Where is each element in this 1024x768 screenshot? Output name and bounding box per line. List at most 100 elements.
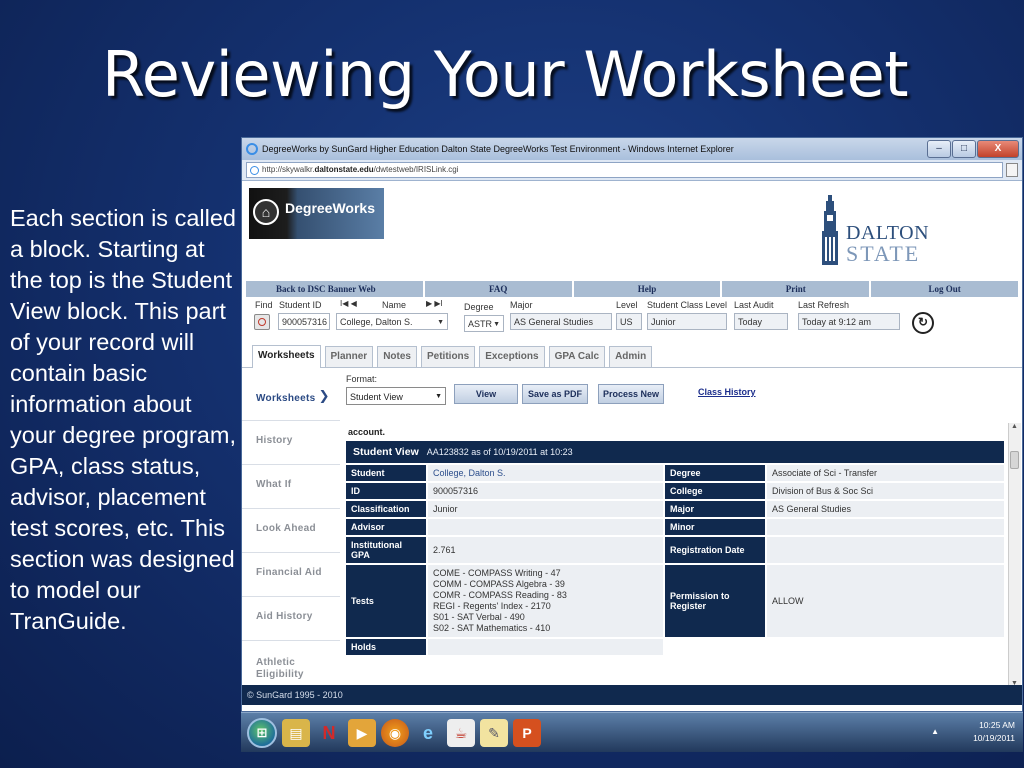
format-bar: Format: Student View ▼ View Save as PDF P… (342, 374, 1022, 419)
refresh-icon[interactable]: ↻ (912, 312, 934, 334)
last-audit-field: Today (734, 313, 788, 330)
sidebar-item-aid-history[interactable]: Aid History (242, 597, 340, 641)
tests-label: Tests (346, 565, 426, 637)
sidebar-label: Financial Aid (256, 567, 322, 578)
java-icon[interactable]: ☕ (447, 718, 475, 747)
view-button[interactable]: View (454, 384, 518, 404)
minimize-button[interactable]: – (927, 140, 951, 158)
table-row: Institutional GPA 2.761 Registration Dat… (346, 537, 1004, 563)
chevron-down-icon: ▼ (437, 319, 444, 326)
empty-cell (665, 639, 765, 655)
holds-label: Holds (346, 639, 426, 655)
taskbar: ⊞ ▤ N ▶ ◉ e ☕ ✎ P ▲ 10:25 AM 10/19/2011 (241, 712, 1023, 752)
process-new-button[interactable]: Process New (598, 384, 664, 404)
degree-select[interactable]: ASTR ▼ (464, 315, 504, 332)
class-history-link[interactable]: Class History (698, 387, 756, 397)
ie-icon (246, 143, 258, 155)
tests-value: COME - COMPASS Writing - 47 COMM - COMPA… (428, 565, 663, 637)
sidebar-item-what-if[interactable]: What If (242, 465, 340, 509)
tab-gpa-calc[interactable]: GPA Calc (548, 346, 606, 367)
nav-log-out[interactable]: Log Out (871, 281, 1018, 297)
sidebar-item-look-ahead[interactable]: Look Ahead (242, 509, 340, 553)
format-value: Student View (350, 392, 403, 402)
system-tray: ▲ 10:25 AM 10/19/2011 (931, 719, 1015, 745)
find-label: Find (255, 300, 273, 310)
window-titlebar: DegreeWorks by SunGard Higher Education … (242, 138, 1022, 160)
find-icon[interactable] (254, 314, 270, 330)
window-title: DegreeWorks by SunGard Higher Education … (262, 144, 734, 154)
degree-value: ASTR (468, 319, 493, 329)
tower-icon (822, 195, 838, 265)
name-select[interactable]: College, Dalton S. ▼ (336, 313, 448, 330)
name-label: Name (382, 300, 407, 310)
sidebar-label: Athletic Eligibility (256, 657, 304, 680)
tab-planner[interactable]: Planner (324, 346, 374, 367)
next-last-icon[interactable]: ▶ ▶I (426, 299, 443, 308)
registration-date-label: Registration Date (665, 537, 765, 563)
internet-explorer-icon[interactable]: e (414, 719, 442, 747)
empty-cell (767, 639, 1004, 655)
compatibility-icon[interactable] (1006, 163, 1018, 177)
start-button[interactable]: ⊞ (247, 717, 277, 748)
notepad-icon[interactable]: ✎ (480, 718, 508, 747)
clock-date: 10/19/2011 (973, 733, 1015, 743)
scroll-up-icon[interactable]: ▲ (1011, 423, 1018, 430)
major-field: AS General Studies (510, 313, 612, 330)
student-label: Student (346, 465, 426, 481)
block-title: Student View (353, 446, 419, 458)
student-id-field[interactable]: 900057316 (278, 313, 330, 330)
sidebar-label: What If (256, 479, 292, 490)
firefox-icon[interactable]: ◉ (381, 718, 409, 747)
scroll-thumb[interactable] (1010, 451, 1019, 469)
degree-label: Degree (665, 465, 765, 481)
tab-admin[interactable]: Admin (609, 346, 653, 367)
degreeworks-header: ⌂ DegreeWorks DALTON STATE (242, 181, 1022, 281)
url-prefix: http://skywalkr. (262, 165, 315, 174)
tab-petitions[interactable]: Petitions (421, 346, 476, 367)
maximize-button[interactable]: □ (952, 140, 976, 158)
chevron-right-icon: ❯ (318, 388, 330, 403)
sidebar: Worksheets ❯ History What If Look Ahead … (242, 375, 340, 693)
format-select[interactable]: Student View ▼ (346, 387, 446, 405)
nav-help[interactable]: Help (573, 281, 723, 297)
major-value: AS General Studies (767, 501, 1004, 517)
nav-print[interactable]: Print (722, 281, 872, 297)
advisor-value (428, 519, 663, 535)
worksheet-scroll-area: account. Student View AA123832 as of 10/1… (342, 423, 1004, 687)
gpa-value: 2.761 (428, 537, 663, 563)
media-icon[interactable]: ▶ (348, 718, 376, 747)
degree-value: Associate of Sci - Transfer (767, 465, 1004, 481)
close-button[interactable]: X (977, 140, 1019, 158)
folder-icon[interactable]: ▤ (282, 718, 310, 747)
tab-exceptions[interactable]: Exceptions (479, 346, 545, 367)
level-field: US (616, 313, 642, 330)
sidebar-label: History (256, 435, 293, 446)
test-score: COMM - COMPASS Algebra - 39 (433, 579, 565, 589)
table-row: Holds (346, 639, 1004, 655)
vertical-scrollbar[interactable]: ▲ ▼ (1008, 423, 1021, 687)
student-view-table: Student College, Dalton S. Degree Associ… (344, 463, 1004, 657)
tray-arrow-icon[interactable]: ▲ (931, 725, 939, 738)
sidebar-item-financial-aid[interactable]: Financial Aid (242, 553, 340, 597)
name-value: College, Dalton S. (340, 317, 413, 327)
sidebar-item-worksheets[interactable]: Worksheets ❯ (242, 375, 340, 421)
first-prev-icon[interactable]: I◀ ◀ (340, 299, 357, 308)
url-domain: daltonstate.edu (314, 165, 374, 174)
test-score: COMR - COMPASS Reading - 83 (433, 590, 567, 600)
sidebar-label: Worksheets (256, 393, 316, 404)
url-input[interactable]: http://skywalkr. daltonstate.edu/dwtestwe… (246, 162, 1003, 178)
nav-faq[interactable]: FAQ (424, 281, 574, 297)
test-score: COME - COMPASS Writing - 47 (433, 568, 561, 578)
tab-worksheets[interactable]: Worksheets (252, 345, 321, 368)
account-text: account. (348, 427, 386, 437)
college-label: College (665, 483, 765, 499)
id-label: ID (346, 483, 426, 499)
tab-notes[interactable]: Notes (377, 346, 417, 367)
save-as-pdf-button[interactable]: Save as PDF (522, 384, 588, 404)
netscape-icon[interactable]: N (315, 719, 343, 747)
sidebar-item-history[interactable]: History (242, 421, 340, 465)
nav-back-to-banner[interactable]: Back to DSC Banner Web (246, 281, 425, 297)
school-name-line2: STATE (846, 241, 921, 266)
powerpoint-icon[interactable]: P (513, 718, 541, 747)
tab-bar: Worksheets Planner Notes Petitions Excep… (242, 343, 1022, 368)
